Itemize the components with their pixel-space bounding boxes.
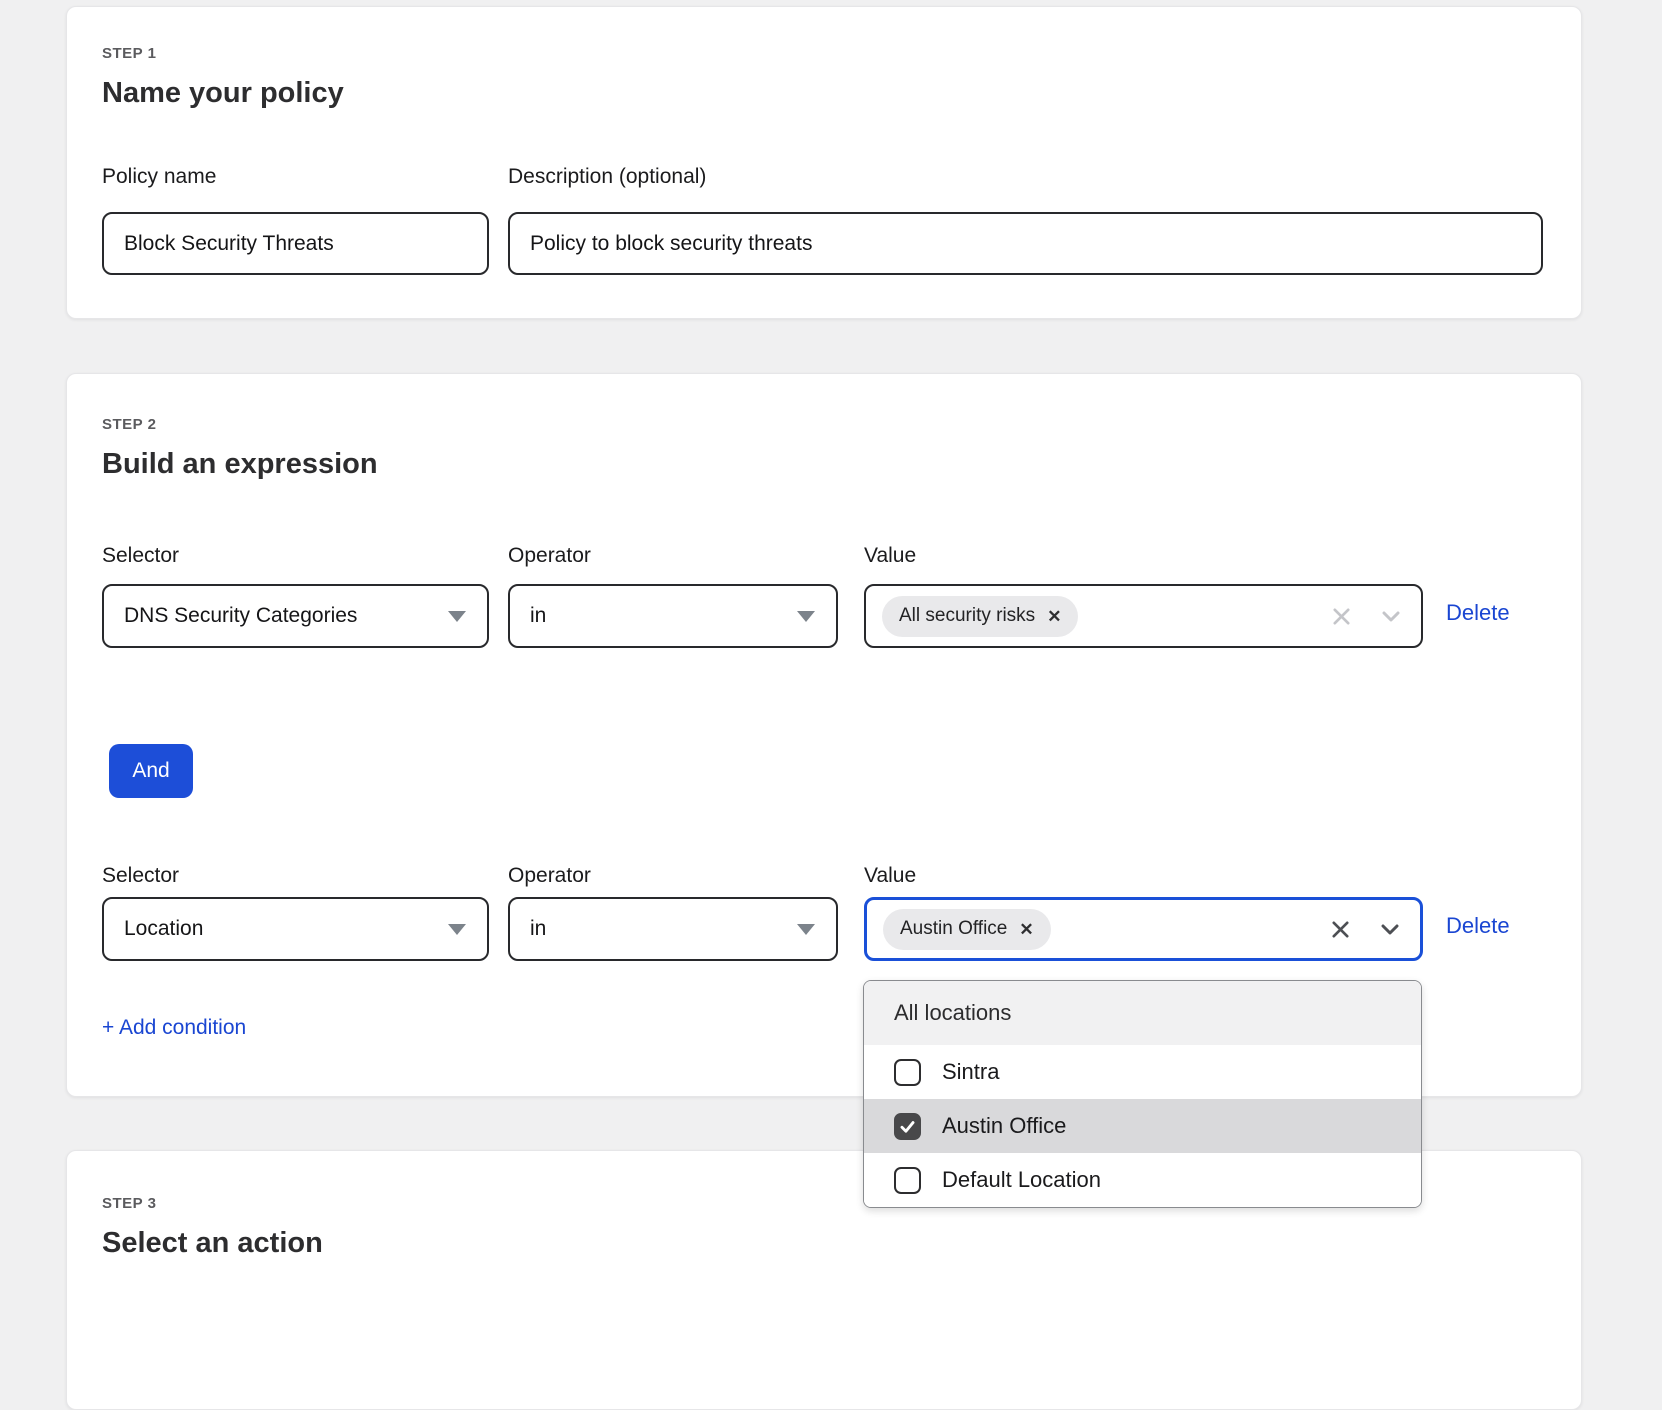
checkbox-checked-icon[interactable] <box>894 1113 921 1140</box>
checkbox-unchecked-icon[interactable] <box>894 1059 921 1086</box>
clear-value-icon[interactable] <box>1330 605 1353 628</box>
tag-remove-icon[interactable]: ✕ <box>1047 608 1061 625</box>
step3-title: Select an action <box>102 1227 323 1260</box>
description-label: Description (optional) <box>508 165 706 189</box>
value-tag-label: All security risks <box>899 605 1035 627</box>
policy-name-label: Policy name <box>102 165 216 189</box>
selector-dropdown-row2[interactable]: Location <box>102 897 489 961</box>
dropdown-option-austin-office[interactable]: Austin Office <box>864 1099 1421 1153</box>
value-column-label: Value <box>864 544 1423 568</box>
delete-condition-row2-link[interactable]: Delete <box>1446 913 1510 939</box>
operator-dropdown-row1-value: in <box>530 604 546 628</box>
clear-value-icon[interactable] <box>1329 918 1352 941</box>
operator-dropdown-row2[interactable]: in <box>508 897 838 961</box>
dropdown-option-default-location[interactable]: Default Location <box>864 1153 1421 1207</box>
value-column-label: Value <box>864 864 1423 888</box>
step3-label: STEP 3 <box>102 1195 156 1212</box>
selector-dropdown-row1-value: DNS Security Categories <box>124 604 357 628</box>
value-tag: Austin Office ✕ <box>883 909 1051 950</box>
operator-column-label: Operator <box>508 544 838 568</box>
policy-name-input[interactable] <box>102 212 489 275</box>
selector-column-label: Selector <box>102 544 489 568</box>
tag-remove-icon[interactable]: ✕ <box>1019 921 1033 938</box>
operator-column-label: Operator <box>508 864 838 888</box>
selector-dropdown-row2-value: Location <box>124 917 203 941</box>
step2-label: STEP 2 <box>102 416 156 433</box>
checkbox-unchecked-icon[interactable] <box>894 1167 921 1194</box>
dropdown-option-all-locations[interactable]: All locations <box>864 981 1421 1045</box>
value-multiselect-row2[interactable]: Austin Office ✕ <box>864 897 1423 961</box>
dropdown-option-sintra[interactable]: Sintra <box>864 1045 1421 1099</box>
location-dropdown-panel: All locations Sintra Austin Office Defau… <box>863 980 1422 1208</box>
dropdown-option-label: Default Location <box>942 1167 1101 1193</box>
value-multiselect-row1[interactable]: All security risks ✕ <box>864 584 1423 648</box>
dropdown-option-label: Austin Office <box>942 1113 1066 1139</box>
step1-title: Name your policy <box>102 77 344 110</box>
dropdown-option-label: Sintra <box>942 1059 999 1085</box>
caret-down-icon <box>797 611 815 622</box>
add-condition-link[interactable]: + Add condition <box>102 1016 246 1040</box>
step2-title: Build an expression <box>102 448 378 481</box>
description-input[interactable] <box>508 212 1543 275</box>
operator-dropdown-row1[interactable]: in <box>508 584 838 648</box>
step1-card: STEP 1 Name your policy Policy name Desc… <box>66 6 1582 319</box>
value-tag-label: Austin Office <box>900 918 1007 940</box>
caret-down-icon <box>448 924 466 935</box>
selector-dropdown-row1[interactable]: DNS Security Categories <box>102 584 489 648</box>
chevron-down-icon[interactable] <box>1379 604 1403 628</box>
operator-dropdown-row2-value: in <box>530 917 546 941</box>
step1-label: STEP 1 <box>102 45 156 62</box>
chevron-down-icon[interactable] <box>1378 917 1402 941</box>
value-tag: All security risks ✕ <box>882 596 1078 637</box>
and-operator-button[interactable]: And <box>109 744 193 798</box>
selector-column-label: Selector <box>102 864 489 888</box>
caret-down-icon <box>797 924 815 935</box>
delete-condition-row1-link[interactable]: Delete <box>1446 600 1510 626</box>
caret-down-icon <box>448 611 466 622</box>
